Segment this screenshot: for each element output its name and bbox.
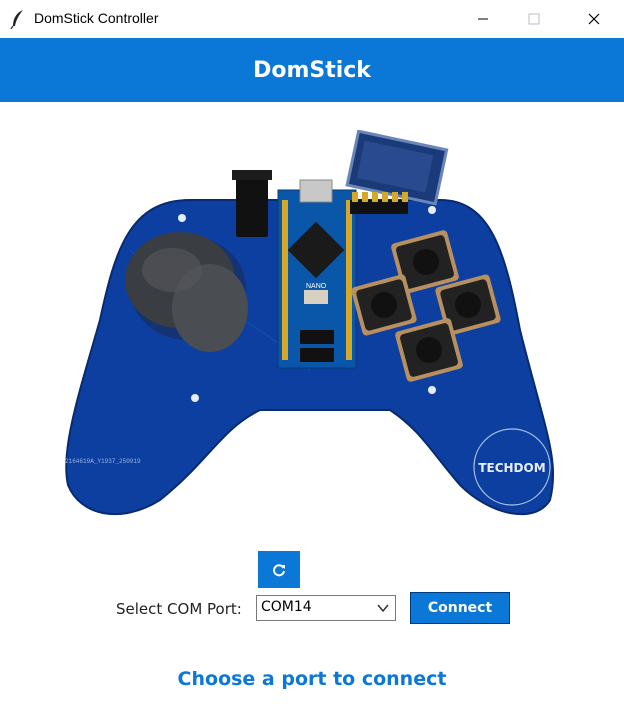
app-header: DomStick [0, 38, 624, 102]
connect-button[interactable]: Connect [410, 592, 510, 624]
com-port-value: COM14 [261, 599, 312, 615]
com-port-select[interactable]: COM14 [256, 595, 396, 621]
close-icon [588, 13, 600, 25]
minimize-button[interactable] [460, 0, 506, 38]
refresh-button[interactable] [258, 551, 300, 588]
power-jack [236, 175, 268, 237]
status-message: Choose a port to connect [177, 668, 447, 690]
mounting-hole [191, 394, 199, 402]
feather-icon [10, 10, 23, 29]
bluetooth-module [345, 130, 449, 214]
refresh-icon [273, 563, 285, 576]
window-title: DomStick Controller [34, 10, 159, 26]
logo-text: TECHDOM [478, 461, 545, 475]
chevron-down-icon [377, 604, 389, 613]
gamepad-illustration: NANO 2164619A_Y1937_250919 TECHDOM [65, 130, 555, 516]
header-title: DomStick [253, 57, 371, 83]
maximize-button[interactable] [511, 0, 557, 38]
serial-text: 2164619A_Y1937_250919 [65, 458, 141, 465]
mounting-hole [178, 214, 186, 222]
maximize-icon [528, 13, 540, 25]
close-button[interactable] [571, 0, 617, 38]
mounting-hole [428, 386, 436, 394]
title-bar: DomStick Controller [0, 0, 624, 38]
com-port-label: Select COM Port: [116, 600, 242, 618]
board-label: NANO [306, 283, 327, 290]
mounting-hole [428, 206, 436, 214]
arduino-nano-board: NANO [277, 179, 357, 369]
minimize-icon [478, 18, 488, 20]
